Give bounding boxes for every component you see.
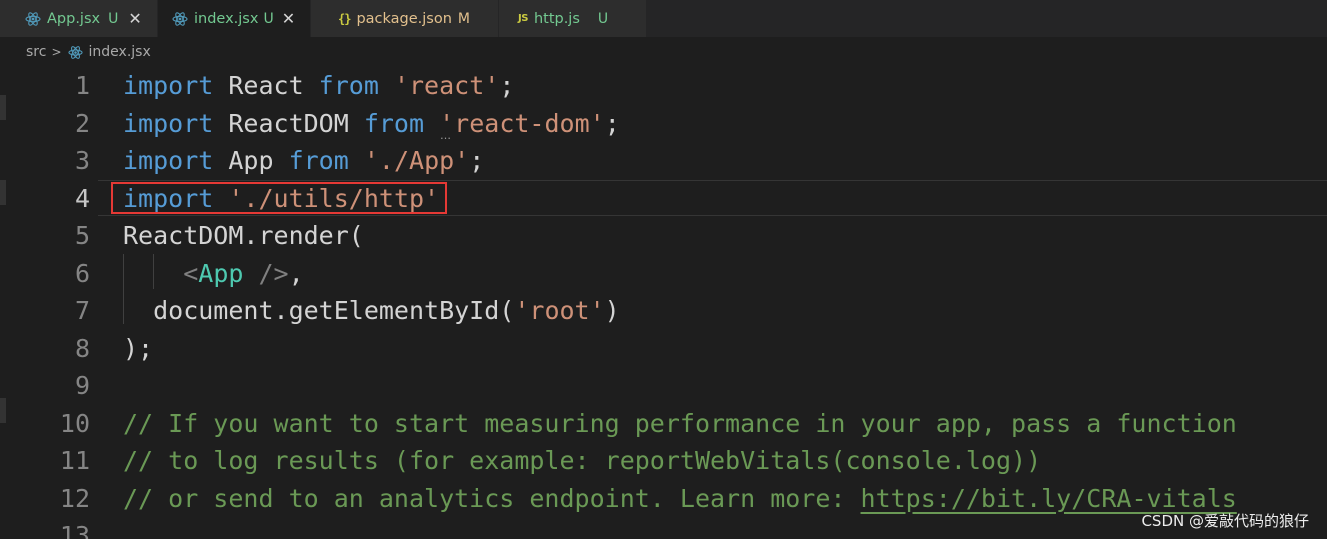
tab-label: http.js — [533, 10, 580, 27]
code-text: import App from './App'; — [123, 146, 485, 175]
line-number: 8 — [74, 333, 90, 363]
line-number: 3 — [74, 146, 90, 175]
tab-label: package.json — [356, 10, 452, 27]
react-icon — [25, 11, 41, 27]
code-line[interactable]: 7 document.getElementById('root') — [0, 292, 1327, 330]
code-line[interactable]: 1 import React from 'react'; — [0, 67, 1327, 105]
code-text: import ReactDOM from 'react-dom'; — [123, 108, 620, 138]
tab-app-jsx[interactable]: App.jsx U ✕ — [0, 0, 158, 37]
breadcrumb-file[interactable]: index.jsx — [89, 44, 151, 60]
git-status-badge: M — [457, 10, 471, 27]
chevron-right-icon: > — [51, 45, 62, 59]
tab-label: App.jsx — [47, 10, 101, 27]
code-line[interactable]: 6 <App />, — [0, 255, 1327, 293]
watermark: CSDN @爱敲代码的狼仔 — [1141, 512, 1309, 530]
json-icon: {} — [338, 11, 351, 26]
line-number: 11 — [59, 446, 90, 475]
code-line[interactable]: 10 // If you want to start measuring per… — [0, 405, 1327, 443]
comment-link[interactable]: https://bit.ly/CRA-vitals — [861, 484, 1237, 513]
code-text: document.getElementById('root') — [123, 296, 620, 325]
code-line[interactable]: 8 ); — [0, 330, 1327, 368]
code-line[interactable]: 12 // or send to an analytics endpoint. … — [0, 480, 1327, 518]
breadcrumb: src > index.jsx — [0, 37, 1327, 67]
code-text: <App />, — [183, 258, 304, 288]
line-number: 12 — [59, 483, 90, 513]
hover-hint-dots[interactable]: … — [440, 129, 451, 142]
git-status-badge: U — [263, 10, 274, 27]
breadcrumb-folder[interactable]: src — [26, 44, 46, 60]
line-number: 2 — [74, 108, 90, 138]
code-comment: // If you want to start measuring perfor… — [123, 408, 1237, 438]
line-number: 9 — [74, 371, 90, 400]
code-comment: // or send to an analytics endpoint. Lea… — [123, 483, 1237, 513]
code-line[interactable]: 13 — [0, 517, 1327, 539]
line-number: 7 — [74, 296, 90, 325]
line-number: 1 — [74, 71, 90, 100]
editor-window: App.jsx U ✕ index.jsx U ✕ {} package.jso… — [0, 0, 1327, 539]
code-text: import './utils/http' — [123, 183, 440, 213]
js-icon: JS — [518, 13, 528, 24]
code-line[interactable]: 9 — [0, 367, 1327, 405]
close-icon[interactable]: ✕ — [128, 10, 141, 27]
code-comment: // to log results (for example: reportWe… — [123, 446, 1042, 475]
tab-index-jsx[interactable]: index.jsx U ✕ — [158, 0, 311, 37]
tab-bar: App.jsx U ✕ index.jsx U ✕ {} package.jso… — [0, 0, 1327, 37]
tab-label: index.jsx — [194, 10, 259, 27]
git-status-badge: U — [108, 10, 119, 27]
git-status-badge: U — [597, 10, 609, 27]
code-line-current[interactable]: 4 import './utils/http' — [0, 179, 1327, 218]
line-number: 13 — [59, 521, 90, 539]
react-icon — [67, 45, 83, 60]
code-line[interactable]: 5 ReactDOM.render( — [0, 217, 1327, 255]
close-icon[interactable]: ✕ — [282, 10, 295, 27]
code-line[interactable]: 11 // to log results (for example: repor… — [0, 442, 1327, 480]
code-text: ReactDOM.render( — [123, 221, 364, 250]
line-number: 6 — [74, 258, 90, 288]
tab-http-js[interactable]: JS http.js U — [499, 0, 647, 37]
react-icon — [172, 11, 188, 27]
code-text: ); — [123, 333, 154, 363]
line-number: 4 — [74, 183, 90, 213]
line-number: 10 — [59, 408, 90, 438]
code-line[interactable]: 3 import App from './App'; — [0, 142, 1327, 180]
code-text: import React from 'react'; — [123, 71, 515, 100]
code-editor[interactable]: 1 import React from 'react'; 2 import Re… — [0, 67, 1327, 539]
line-number: 5 — [74, 221, 90, 250]
tab-package-json[interactable]: {} package.json M — [311, 0, 499, 37]
code-line[interactable]: 2 import ReactDOM from 'react-dom'; — [0, 105, 1327, 143]
